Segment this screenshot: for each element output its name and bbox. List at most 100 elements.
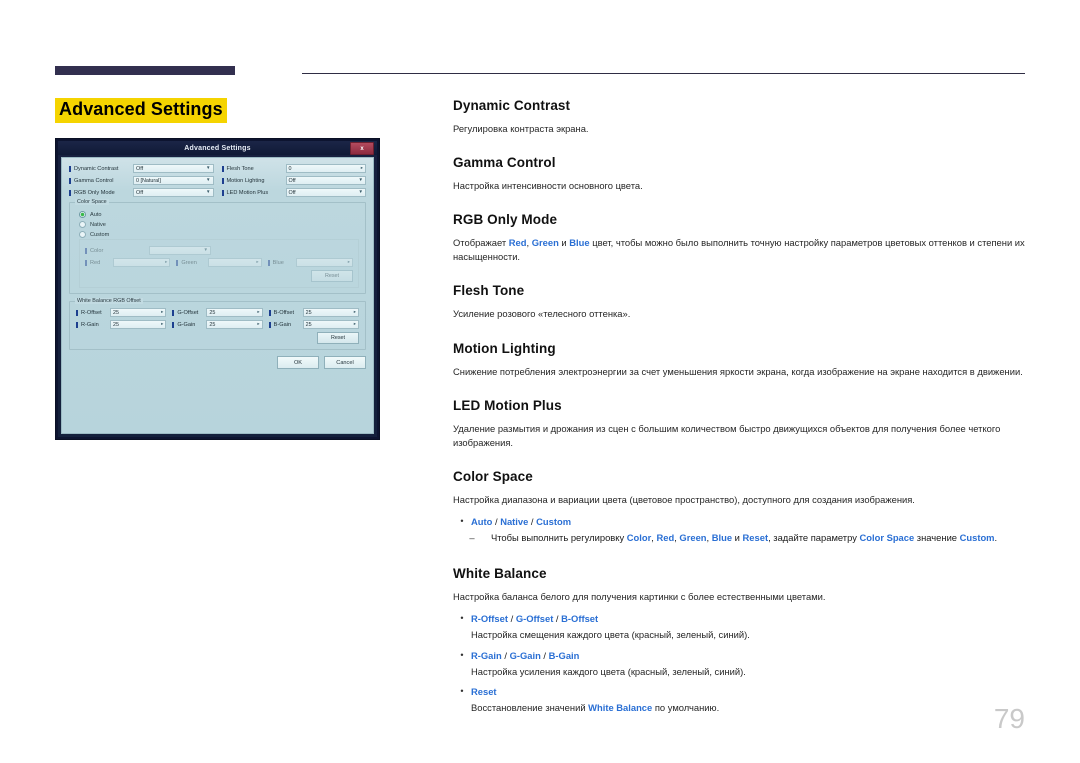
cancel-button[interactable]: Cancel <box>324 356 366 369</box>
dropdown-value: 0 [Natural] <box>136 177 161 184</box>
radio-color-space-native[interactable]: Native <box>79 221 359 228</box>
field-r-gain[interactable]: R-Gain 25 ▸ <box>76 320 167 329</box>
radio-icon <box>79 211 86 218</box>
spinner-custom-blue: ▸ <box>295 258 353 267</box>
field-marker-icon <box>172 309 175 316</box>
text-post: по умолчанию. <box>652 701 720 713</box>
dropdown-motion-lighting[interactable]: Off ▼ <box>285 176 366 185</box>
desc-led-motion-plus: Удаление размытия и дрожания из сцен с б… <box>453 422 1001 448</box>
heading-white-balance: White Balance <box>453 566 547 582</box>
term-green: Green <box>679 532 707 544</box>
spinner-r-gain[interactable]: 25 ▸ <box>110 320 167 329</box>
close-icon[interactable]: x <box>350 142 374 155</box>
radio-label: Native <box>90 221 106 228</box>
desc-offsets: Настройка смещения каждого цвета (красны… <box>471 629 750 641</box>
dropdown-led-motion-plus[interactable]: Off ▼ <box>285 188 366 197</box>
field-dynamic-contrast[interactable]: Dynamic Contrast Off ▼ <box>69 164 214 173</box>
spinner-r-offset[interactable]: 25 ▸ <box>110 308 167 317</box>
dropdown-gamma-control[interactable]: 0 [Natural] ▼ <box>133 176 214 185</box>
dialog-title: Advanced Settings <box>184 144 251 152</box>
header-rule-thick <box>55 66 235 75</box>
field-flesh-tone[interactable]: Flesh Tone 0 ▸ <box>221 164 366 173</box>
field-gamma-control[interactable]: Gamma Control 0 [Natural] ▼ <box>69 176 214 185</box>
bullet-icon: • <box>460 515 464 526</box>
field-marker-icon <box>267 259 270 266</box>
chevron-down-icon: ▼ <box>358 189 363 195</box>
radio-color-space-auto[interactable]: Auto <box>79 211 359 218</box>
text-pre: Восстановление значений <box>471 701 589 713</box>
heading-led-motion-plus: LED Motion Plus <box>453 397 562 413</box>
text-sep: / <box>501 649 510 661</box>
field-label: G-Offset <box>177 309 199 316</box>
ok-button[interactable]: OK <box>277 356 319 369</box>
bullet-text: Auto / Native / Custom <box>471 515 1028 529</box>
field-marker-icon <box>176 259 179 266</box>
spinner-value: 25 <box>113 321 119 328</box>
spinner-custom-red: ▸ <box>113 258 171 267</box>
heading-rgb-only-mode: RGB Only Mode <box>453 212 558 228</box>
field-label: Color <box>90 247 104 254</box>
spinner-value: 25 <box>305 321 312 328</box>
group-custom-color: Color ▼ Red ▸ Green ▸ Blue ▸ Reset <box>79 239 359 288</box>
bullet-icon: • <box>460 685 464 696</box>
radio-color-space-custom[interactable]: Custom <box>79 231 359 238</box>
dropdown-rgb-only-mode[interactable]: Off ▼ <box>133 188 214 197</box>
white-balance-bullets: • R-Offset / G-Offset / B-Offset Настрой… <box>453 612 1028 715</box>
spinner-value: 0 <box>288 165 292 172</box>
text-tail: значение <box>914 532 960 544</box>
field-marker-icon <box>268 309 271 316</box>
term-g-offset: G-Offset <box>515 613 554 625</box>
field-label: R-Offset <box>81 309 102 316</box>
field-b-gain[interactable]: B-Gain 25 ▸ <box>268 320 359 329</box>
spinner-b-offset[interactable]: 25 ▸ <box>302 308 359 317</box>
chevron-right-icon: ▸ <box>360 165 363 171</box>
bullet-text: R-Gain / G-Gain / B-Gain <box>471 649 1028 663</box>
spinner-g-offset[interactable]: 25 ▸ <box>206 308 263 317</box>
term-custom-value: Custom <box>959 532 995 544</box>
chevron-right-icon: ▸ <box>256 259 259 265</box>
field-motion-lighting[interactable]: Motion Lighting Off ▼ <box>221 176 366 185</box>
term-reset: Reset <box>471 685 497 697</box>
spinner-flesh-tone[interactable]: 0 ▸ <box>285 164 366 173</box>
chevron-right-icon: ▸ <box>347 259 350 265</box>
chevron-right-icon: ▸ <box>353 309 356 315</box>
field-led-motion-plus[interactable]: LED Motion Plus Off ▼ <box>221 188 366 197</box>
field-b-offset[interactable]: B-Offset 25 ▸ <box>268 308 359 317</box>
chevron-right-icon: ▸ <box>257 321 260 327</box>
dialog-frame: Advanced Settings x Dynamic Contrast Off… <box>58 141 377 437</box>
text-pre: Чтобы выполнить регулировку <box>491 532 627 544</box>
field-g-gain[interactable]: G-Gain 25 ▸ <box>172 320 263 329</box>
dropdown-value: Off <box>136 189 144 196</box>
text-sep: и <box>732 532 743 544</box>
term-native: Native <box>500 515 529 527</box>
field-label: Flesh Tone <box>226 165 254 172</box>
chevron-down-icon: ▼ <box>203 247 208 253</box>
text-end: . <box>994 532 998 544</box>
radio-label: Auto <box>90 211 102 218</box>
field-rgb-only-mode[interactable]: RGB Only Mode Off ▼ <box>69 188 214 197</box>
page-title: Advanced Settings <box>55 98 227 123</box>
bullet-reset: • Reset <box>453 685 1028 699</box>
field-g-offset[interactable]: G-Offset 25 ▸ <box>172 308 263 317</box>
field-r-offset[interactable]: R-Offset 25 ▸ <box>76 308 167 317</box>
chevron-right-icon: ▸ <box>161 321 164 327</box>
term-auto: Auto <box>471 515 493 527</box>
spinner-b-gain[interactable]: 25 ▸ <box>302 320 359 329</box>
field-label: Green <box>181 259 197 266</box>
spinner-g-gain[interactable]: 25 ▸ <box>206 320 263 329</box>
bullet-gains: • R-Gain / G-Gain / B-Gain <box>453 649 1028 663</box>
group-caption: White Balance RGB Offset <box>75 298 143 304</box>
white-balance-reset-button[interactable]: Reset <box>317 332 359 344</box>
field-marker-icon <box>85 259 87 266</box>
header-rule-thin <box>302 73 1025 74</box>
dropdown-value: Off <box>136 165 144 172</box>
text-sep: и <box>558 237 570 249</box>
field-custom-green: Green ▸ <box>176 258 262 267</box>
custom-reset-row: Reset <box>85 270 353 282</box>
field-marker-icon <box>221 189 224 196</box>
dropdown-value: Off <box>288 177 296 184</box>
radio-label: Custom <box>90 231 110 238</box>
dropdown-dynamic-contrast[interactable]: Off ▼ <box>133 164 214 173</box>
field-marker-icon <box>76 309 78 316</box>
chevron-down-icon: ▼ <box>206 177 211 183</box>
